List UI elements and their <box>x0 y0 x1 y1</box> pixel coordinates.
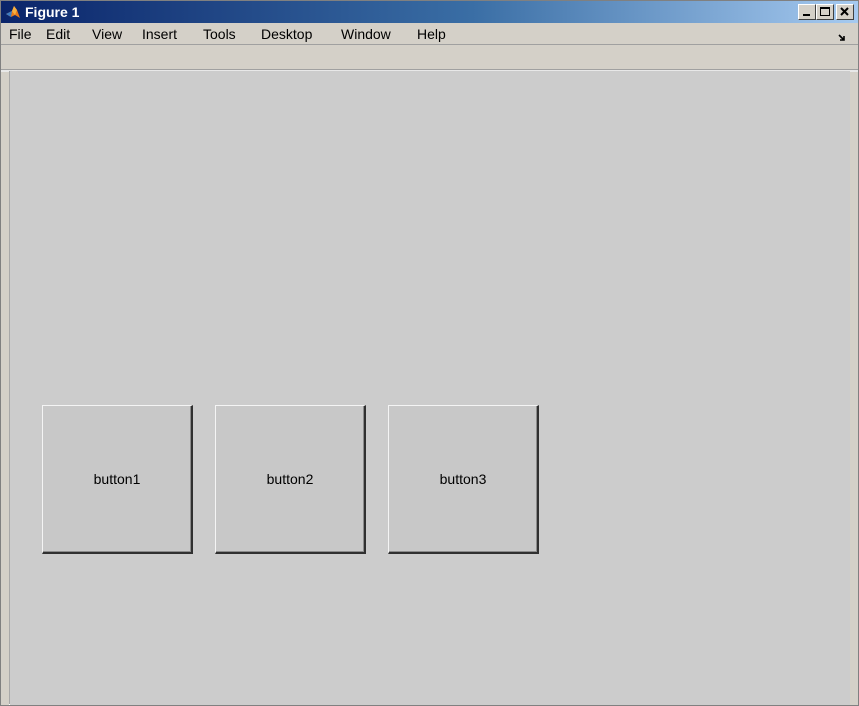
minimize-icon[interactable] <box>798 4 816 20</box>
matlab-logo-icon <box>5 4 21 20</box>
window-controls <box>798 4 854 20</box>
menu-window[interactable]: Window <box>341 26 391 42</box>
maximize-icon[interactable] <box>816 4 834 20</box>
menu-tools[interactable]: Tools <box>203 26 236 42</box>
menu-view[interactable]: View <box>92 26 122 42</box>
menu-edit[interactable]: Edit <box>46 26 70 42</box>
figure-window: Figure 1 File Edit View Insert Tools Des… <box>0 0 859 706</box>
dock-arrow-icon[interactable] <box>838 30 848 41</box>
menu-file[interactable]: File <box>9 26 32 42</box>
button2[interactable]: button2 <box>215 405 366 554</box>
menu-bar: File Edit View Insert Tools Desktop Wind… <box>1 23 858 45</box>
menu-insert[interactable]: Insert <box>142 26 177 42</box>
window-title: Figure 1 <box>25 4 80 20</box>
close-icon[interactable] <box>836 4 854 20</box>
button1[interactable]: button1 <box>42 405 193 554</box>
menu-help[interactable]: Help <box>417 26 446 42</box>
button3[interactable]: button3 <box>388 405 539 554</box>
title-bar[interactable]: Figure 1 <box>1 1 858 23</box>
menu-desktop[interactable]: Desktop <box>261 26 312 42</box>
figure-canvas <box>10 71 850 705</box>
